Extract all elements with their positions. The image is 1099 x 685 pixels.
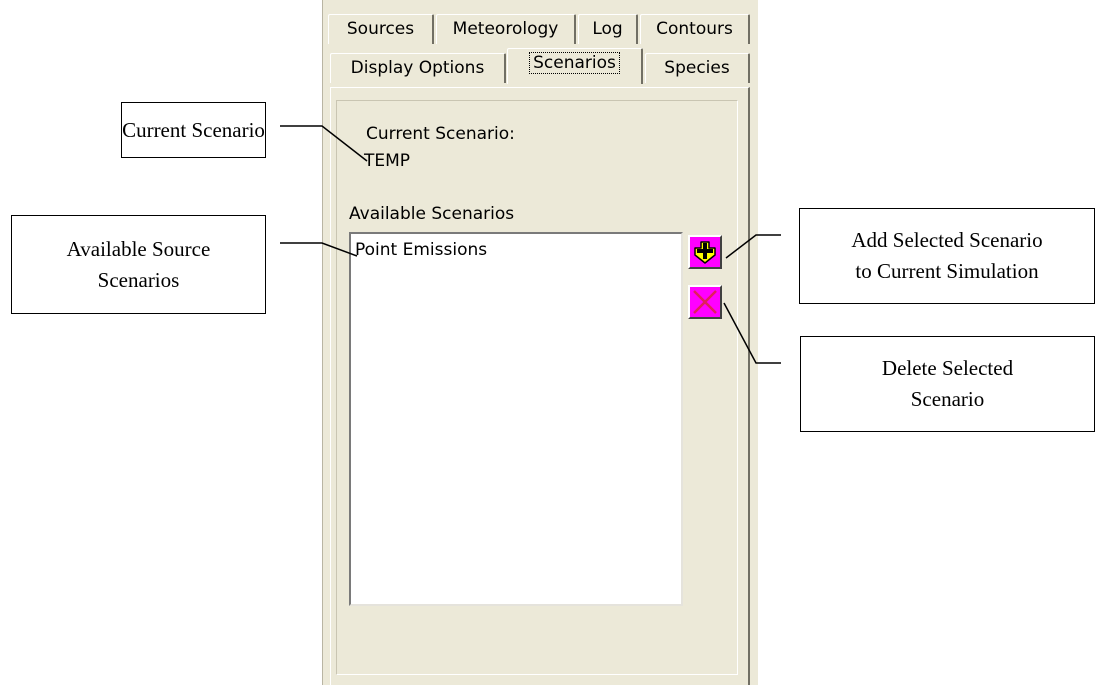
tab-log-label: Log (592, 19, 623, 39)
current-scenario-value: TEMP (364, 151, 411, 171)
tab-meteorology[interactable]: Meteorology (436, 14, 576, 44)
available-scenarios-list[interactable]: Point Emissions (349, 232, 683, 606)
callout-current-scenario-text: Current Scenario (122, 117, 265, 142)
callout-add-scenario: Add Selected Scenario to Current Simulat… (799, 208, 1095, 304)
tab-display-options-label: Display Options (350, 58, 485, 78)
callout-delete-line1: Delete Selected (881, 356, 1014, 380)
callout-add-line2: to Current Simulation (855, 259, 1039, 283)
plus-icon (694, 241, 716, 264)
callout-delete-line2: Scenario (910, 387, 985, 411)
tab-contours-label: Contours (656, 19, 733, 39)
tab-scenarios-label: Scenarios (529, 52, 620, 74)
add-scenario-button[interactable] (688, 235, 722, 269)
tab-contours[interactable]: Contours (640, 14, 750, 44)
callout-available-scenarios: Available Source Scenarios (11, 215, 266, 314)
callout-add-line1: Add Selected Scenario (851, 228, 1043, 252)
delete-scenario-button[interactable] (688, 285, 722, 319)
callout-available-line2: Scenarios (97, 267, 180, 292)
tab-log[interactable]: Log (578, 14, 638, 44)
tab-scenarios[interactable]: Scenarios (507, 48, 643, 84)
x-delete-icon (693, 290, 717, 314)
tab-species-label: Species (664, 58, 730, 78)
tab-display-options[interactable]: Display Options (330, 53, 506, 83)
tab-sources[interactable]: Sources (328, 14, 434, 44)
callout-available-line1: Available Source (66, 236, 211, 261)
callout-delete-scenario: Delete Selected Scenario (800, 336, 1095, 432)
callout-current-scenario: Current Scenario (121, 102, 266, 158)
tab-species[interactable]: Species (645, 53, 750, 83)
tab-sources-label: Sources (346, 19, 415, 39)
tab-meteorology-label: Meteorology (452, 19, 559, 39)
list-item[interactable]: Point Emissions (351, 234, 681, 260)
current-scenario-label: Current Scenario: (366, 124, 515, 144)
available-scenarios-label: Available Scenarios (349, 204, 515, 224)
